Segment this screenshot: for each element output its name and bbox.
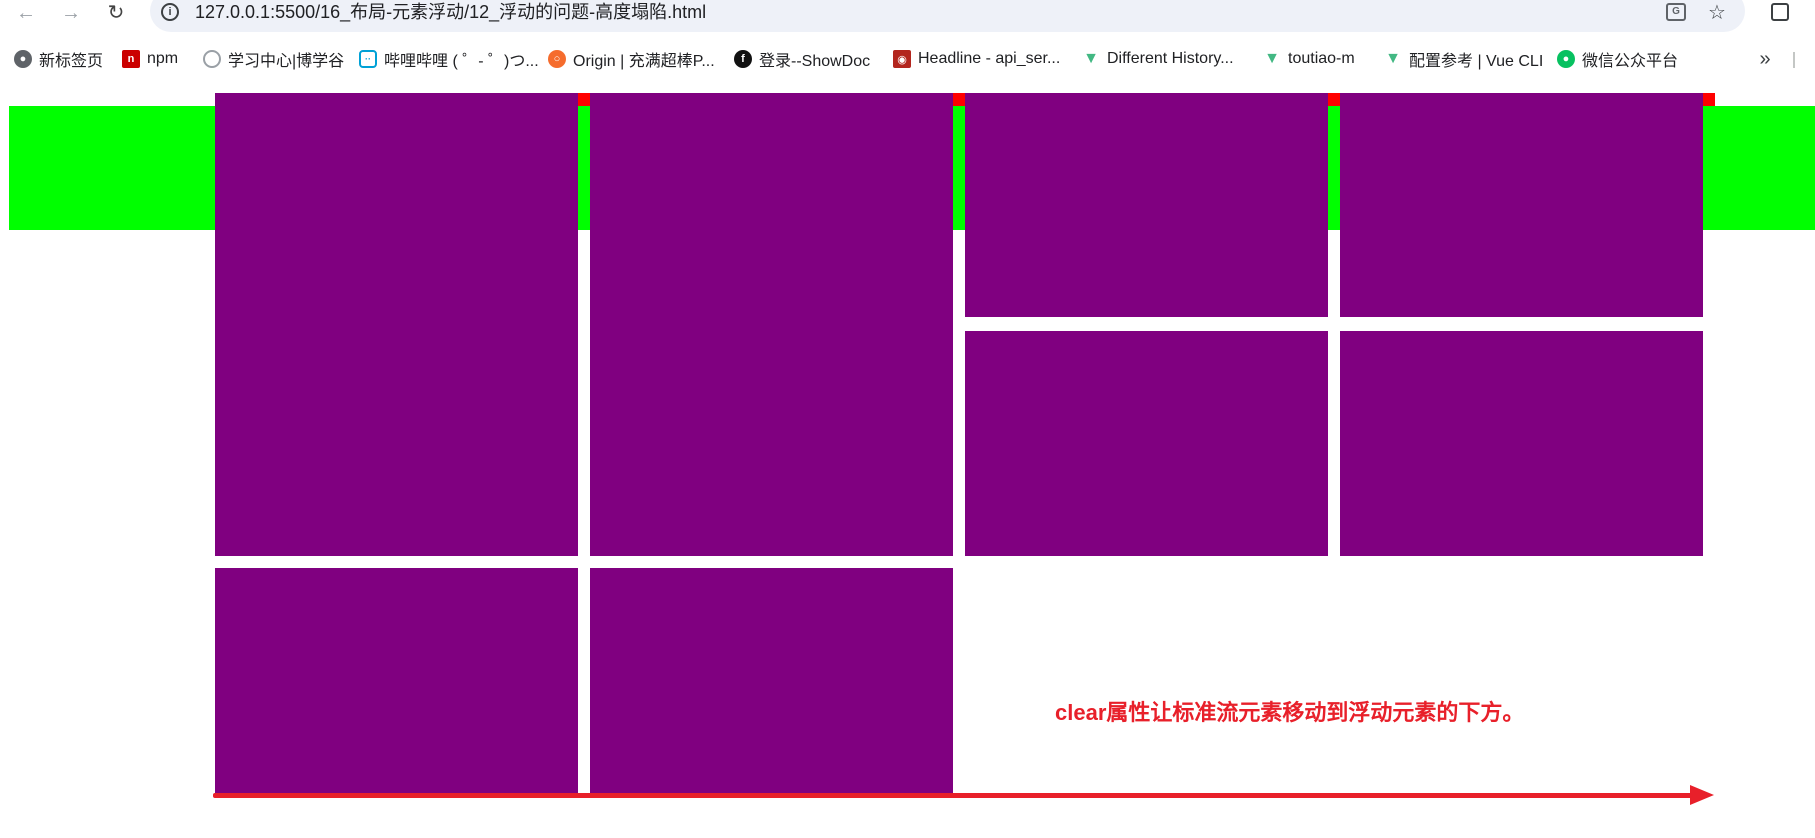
bookmark-item[interactable]: ○ Origin | 充满超棒P... xyxy=(548,47,715,71)
bookmark-label: 新标签页 xyxy=(39,53,104,70)
bookmark-item[interactable]: ● 微信公众平台 xyxy=(1557,47,1678,71)
float-item xyxy=(965,93,1328,317)
bookmark-item[interactable]: f 登录--ShowDoc xyxy=(734,47,870,71)
reload-icon[interactable]: ↻ xyxy=(100,0,132,26)
bookmark-item[interactable]: ▼ Different History... xyxy=(1082,47,1234,71)
origin-icon: ○ xyxy=(548,50,566,68)
bookmark-label: 哔哩哔哩 ( ゜- ゜)つ... xyxy=(384,53,539,70)
circle-logo-icon xyxy=(203,50,221,68)
bookmark-item[interactable]: ▼ toutiao-m xyxy=(1263,47,1355,71)
info-icon[interactable]: i xyxy=(158,0,182,24)
annotation-arrow xyxy=(213,793,1701,798)
extensions-icon[interactable] xyxy=(1766,0,1794,24)
bookmark-label: 微信公众平台 xyxy=(1582,53,1679,70)
bookmark-label: 配置参考 | Vue CLI xyxy=(1409,53,1544,70)
bilibili-icon: ·· xyxy=(359,50,377,68)
vue-icon: ▼ xyxy=(1264,50,1280,67)
float-item xyxy=(215,93,578,556)
bookmark-label: Headline - api_ser... xyxy=(918,50,1061,67)
showdoc-icon: f xyxy=(734,50,752,68)
url-text[interactable]: 127.0.0.1:5500/16_布局-元素浮动/12_浮动的问题-高度塌陷.… xyxy=(195,0,706,24)
annotation-text: clear属性让标准流元素移动到浮动元素的下方。 xyxy=(1055,700,1525,725)
float-item xyxy=(590,568,953,794)
bookmark-item[interactable]: ·· 哔哩哔哩 ( ゜- ゜)つ... xyxy=(359,47,539,71)
bookmark-star-icon[interactable]: ☆ xyxy=(1703,0,1731,24)
bookmark-label: Origin | 充满超棒P... xyxy=(573,53,715,70)
back-arrow-icon[interactable]: ← xyxy=(10,0,42,26)
arrow-head-icon xyxy=(1690,785,1714,805)
bookmark-item[interactable]: ● 新标签页 xyxy=(14,47,103,71)
divider xyxy=(1793,52,1795,68)
bookmark-item[interactable]: ▼ 配置参考 | Vue CLI xyxy=(1384,47,1543,71)
bookmark-label: npm xyxy=(147,50,179,67)
chevron-more-icon[interactable]: » xyxy=(1752,47,1778,71)
vue-icon: ▼ xyxy=(1385,50,1401,67)
bookmarks-bar: ● 新标签页 n npm 学习中心|博学谷 ·· 哔哩哔哩 ( ゜- ゜)つ..… xyxy=(0,40,1815,78)
bookmark-label: 登录--ShowDoc xyxy=(759,53,871,70)
float-item xyxy=(215,568,578,794)
bookmark-item[interactable]: 学习中心|博学谷 xyxy=(203,47,344,71)
float-item xyxy=(1340,331,1703,556)
page-viewport: clear属性让标准流元素移动到浮动元素的下方。 xyxy=(0,78,1815,838)
bookmark-label: Different History... xyxy=(1107,50,1234,67)
vue-icon: ▼ xyxy=(1083,50,1099,67)
bookmark-item[interactable]: ◉ Headline - api_ser... xyxy=(893,47,1060,71)
bookmark-item[interactable]: n npm xyxy=(122,47,178,71)
bookmark-label: 学习中心|博学谷 xyxy=(228,53,345,70)
translate-icon[interactable]: G xyxy=(1662,0,1690,24)
float-item xyxy=(965,331,1328,556)
forward-arrow-icon[interactable]: → xyxy=(55,0,87,26)
browser-toolbar: ← → ↻ i 127.0.0.1:5500/16_布局-元素浮动/12_浮动的… xyxy=(0,0,1815,40)
globe-icon: ● xyxy=(14,50,32,68)
npm-icon: n xyxy=(122,50,140,68)
float-item xyxy=(1340,93,1703,317)
float-item xyxy=(590,93,953,556)
headline-icon: ◉ xyxy=(893,50,911,68)
wechat-icon: ● xyxy=(1557,50,1575,68)
bookmark-label: toutiao-m xyxy=(1288,50,1355,67)
